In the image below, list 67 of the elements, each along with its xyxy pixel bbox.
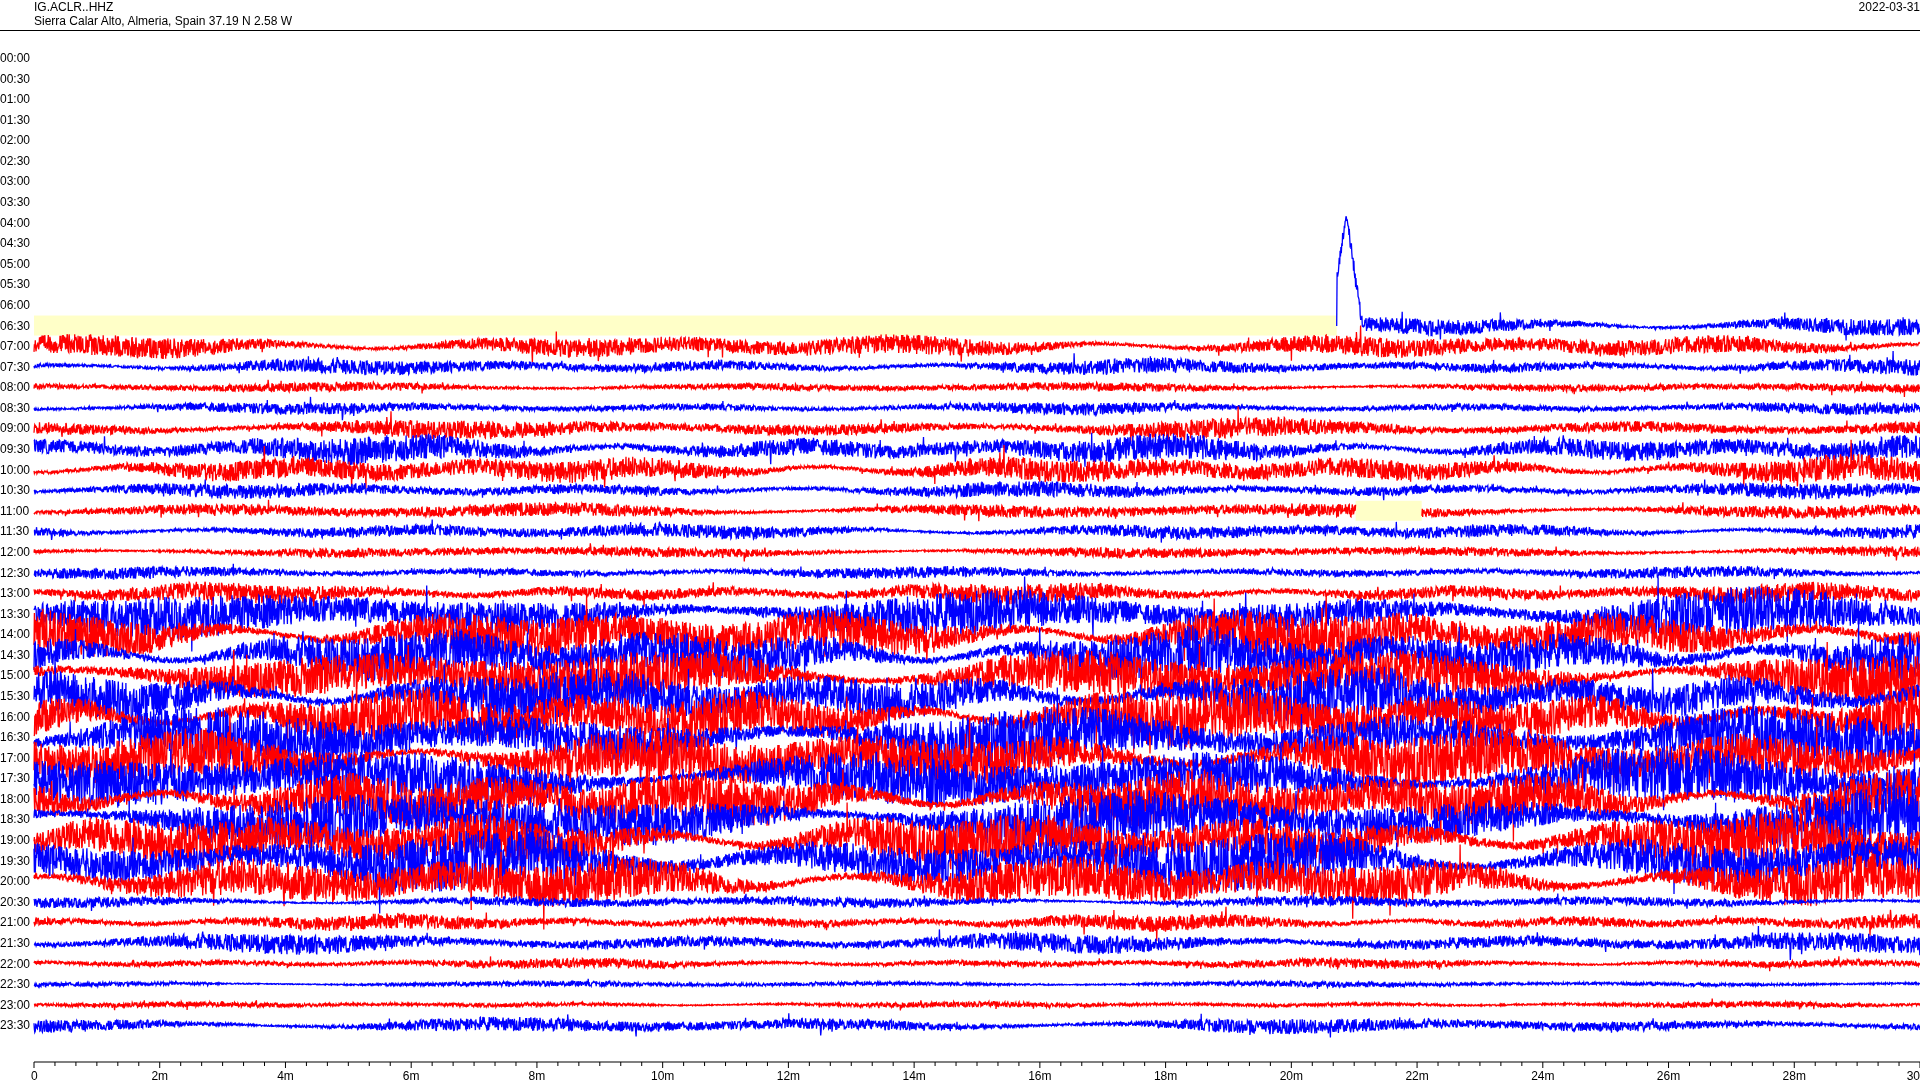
time-label: 18:30	[0, 812, 31, 827]
axis-tick-label: 10m	[651, 1069, 675, 1080]
station-location: Sierra Calar Alto, Almeria, Spain 37.19 N 2.58 W	[34, 14, 293, 28]
time-label: 09:30	[0, 442, 31, 456]
time-label: 06:30	[0, 318, 31, 333]
time-label: 19:30	[0, 853, 31, 868]
time-label: 07:30	[0, 359, 31, 374]
time-label: 10:00	[0, 462, 31, 477]
time-label: 02:30	[0, 153, 31, 168]
time-label: 12:00	[0, 544, 31, 559]
time-label: 23:30	[0, 1018, 31, 1033]
time-label: 06:00	[0, 297, 31, 312]
time-label: 11:30	[0, 524, 30, 539]
axis-tick-label: 26m	[1656, 1069, 1681, 1080]
axis-tick-label: 20m	[1279, 1069, 1303, 1080]
axis-tick-label: 22m	[1405, 1069, 1429, 1080]
time-label: 21:00	[0, 915, 31, 930]
time-label: 16:30	[0, 730, 31, 745]
time-label: 10:30	[0, 483, 31, 498]
time-label: 08:30	[0, 400, 31, 415]
time-label: 03:30	[0, 195, 31, 210]
time-label: 12:30	[0, 565, 31, 580]
axis-tick-label: 18m	[1153, 1069, 1178, 1080]
time-label: 08:00	[0, 380, 31, 395]
axis-tick-label: 12m	[776, 1069, 801, 1080]
axis-tick-label: 0	[31, 1069, 38, 1080]
time-label: 22:00	[0, 956, 31, 971]
time-label: 04:30	[0, 236, 31, 251]
axis-tick-label: 2m	[151, 1069, 169, 1080]
time-label: 16:00	[0, 709, 31, 724]
time-label: 14:00	[0, 627, 31, 642]
date-label: 2022-03-31	[1858, 0, 1920, 14]
time-label: 03:00	[0, 174, 31, 189]
time-label: 07:00	[0, 339, 31, 354]
axis-tick-label: 14m	[902, 1069, 926, 1080]
time-label: 20:30	[0, 894, 31, 909]
time-label: 22:30	[0, 977, 31, 992]
time-label: 00:30	[0, 71, 31, 86]
axis-tick-label: 28m	[1782, 1069, 1806, 1080]
axis-tick-label: 6m	[402, 1069, 420, 1080]
axis-tick-label: 16m	[1028, 1069, 1052, 1080]
time-label: 09:00	[0, 421, 31, 436]
time-label: 11:00	[0, 503, 30, 518]
station-code: IG.ACLR..HHZ	[34, 0, 114, 14]
time-label: 17:00	[0, 750, 31, 765]
time-label: 15:30	[0, 689, 31, 703]
time-label: 18:00	[0, 791, 31, 806]
time-label: 23:00	[0, 997, 31, 1012]
time-label: 20:00	[0, 874, 31, 889]
time-label: 17:30	[0, 771, 31, 786]
time-label: 14:30	[0, 647, 31, 662]
time-label: 19:00	[0, 833, 31, 848]
time-label: 02:00	[0, 133, 31, 148]
axis-tick-label: 4m	[277, 1069, 294, 1080]
time-label: 15:00	[0, 668, 31, 683]
axis-tick-label: 24m	[1531, 1069, 1555, 1080]
time-label: 01:30	[0, 112, 31, 127]
axis-tick-label: 8m	[528, 1069, 546, 1080]
axis-tick-label: 30	[1906, 1069, 1920, 1080]
time-label: 00:00	[0, 51, 31, 65]
time-label: 13:30	[0, 606, 31, 621]
time-label: 05:00	[0, 256, 31, 271]
time-label: 13:00	[0, 586, 31, 601]
time-label: 05:30	[0, 277, 31, 292]
time-label: 21:30	[0, 935, 31, 950]
time-label: 01:00	[0, 92, 31, 107]
time-label: 04:00	[0, 215, 31, 230]
